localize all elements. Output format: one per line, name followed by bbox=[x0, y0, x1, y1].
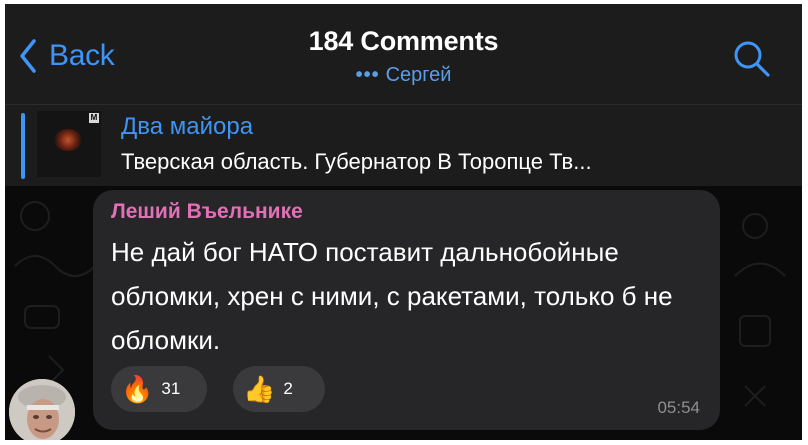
reaction-thumbs-up[interactable]: 👍 2 bbox=[233, 366, 325, 412]
media-badge-icon: M bbox=[89, 113, 99, 123]
pinned-post[interactable]: M Два майора Тверская область. Губернато… bbox=[5, 104, 802, 187]
typing-user: Сергей bbox=[385, 64, 452, 86]
pinned-indicator-bar bbox=[21, 113, 25, 179]
pinned-thumbnail: M bbox=[37, 111, 101, 177]
thumbs-up-icon: 👍 bbox=[243, 374, 276, 404]
pinned-preview-text: Тверская область. Губернатор В Торопце Т… bbox=[121, 149, 592, 174]
message-text: Не дай бог НАТО поставит дальнобойные об… bbox=[111, 237, 673, 355]
fire-icon: 🔥 bbox=[121, 374, 154, 404]
search-button[interactable] bbox=[731, 38, 773, 80]
avatar-image bbox=[9, 379, 75, 440]
chat-area: Леший Въельнике Не дай бог НАТО поставит… bbox=[5, 186, 802, 440]
message-timestamp: 05:54 bbox=[657, 398, 700, 417]
telegram-comments-screen: Back 184 Comments ••• Сергей M Два майора… bbox=[5, 4, 802, 440]
pinned-channel-name: Два майора bbox=[121, 113, 254, 140]
reaction-fire[interactable]: 🔥 31 bbox=[111, 366, 207, 412]
typing-status: ••• Сергей bbox=[5, 64, 802, 87]
nav-header: Back 184 Comments ••• Сергей bbox=[5, 4, 802, 104]
typing-dots-icon: ••• bbox=[355, 64, 380, 86]
message-author[interactable]: Леший Въельнике bbox=[111, 200, 303, 224]
page-title: 184 Comments bbox=[308, 26, 499, 56]
message-bubble[interactable]: Леший Въельнике Не дай бог НАТО поставит… bbox=[93, 190, 720, 430]
search-icon bbox=[734, 41, 770, 77]
reaction-count: 2 bbox=[283, 379, 293, 398]
reaction-count: 31 bbox=[161, 379, 181, 398]
avatar[interactable] bbox=[9, 379, 75, 440]
fire-glow bbox=[53, 129, 83, 151]
